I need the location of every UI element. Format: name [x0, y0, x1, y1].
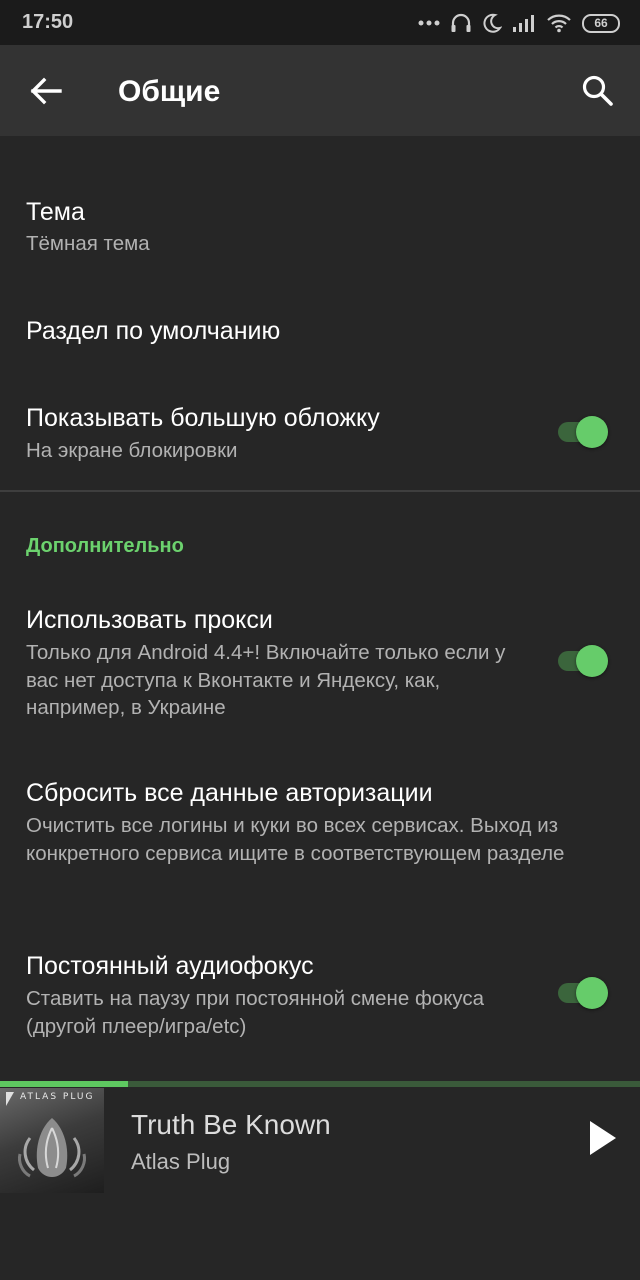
mini-player[interactable]: ATLAS PLUG Truth Be Known Atlas Plug [0, 1081, 640, 1194]
album-art[interactable]: ATLAS PLUG [0, 1088, 104, 1193]
pref-audio-focus-summary: Ставить на паузу при постоянной смене фо… [26, 987, 485, 1038]
pref-theme-summary: Тёмная тема [26, 232, 150, 255]
playback-progress[interactable] [0, 1081, 640, 1087]
moon-icon [483, 13, 502, 33]
signal-icon [513, 15, 534, 32]
toggle-thumb [576, 977, 608, 1009]
play-button[interactable] [578, 1113, 628, 1163]
pref-reset-auth-title: Сбросить все данные авторизации [26, 779, 433, 807]
pref-reset-auth-summary: Очистить все логины и куки во всех серви… [26, 814, 565, 865]
toggle-thumb [576, 645, 608, 677]
big-cover-toggle[interactable] [556, 415, 610, 449]
arrow-left-icon [30, 77, 62, 105]
battery-icon: 66 [582, 13, 620, 33]
search-button[interactable] [574, 67, 622, 115]
section-divider [0, 490, 640, 492]
proxy-toggle[interactable] [556, 644, 610, 678]
headphones-icon [451, 13, 471, 32]
pref-big-cover-summary: На экране блокировки [26, 439, 238, 462]
pref-proxy-summary: Только для Android 4.4+! Включайте тольк… [26, 641, 506, 719]
back-button[interactable] [22, 67, 70, 115]
track-artist: Atlas Plug [131, 1149, 231, 1174]
status-time: 17:50 [22, 11, 74, 33]
wifi-icon [547, 14, 571, 33]
more-dots-icon [418, 20, 440, 26]
status-bar: 17:50 66 [0, 0, 640, 45]
pref-big-cover-title: Показывать большую обложку [26, 404, 380, 432]
page-title: Общие [118, 75, 221, 108]
pref-default-section-title: Раздел по умолчанию [26, 317, 281, 345]
album-art-graphic [6, 1092, 86, 1178]
playback-progress-fill [0, 1081, 128, 1087]
pref-theme-title: Тема [26, 198, 85, 226]
audio-focus-toggle[interactable] [556, 976, 610, 1010]
search-icon [582, 75, 613, 106]
pref-audio-focus-title: Постоянный аудиофокус [26, 952, 314, 980]
toggle-thumb [576, 416, 608, 448]
play-icon [590, 1121, 616, 1155]
status-icons: 66 [418, 10, 620, 36]
pref-proxy-title: Использовать прокси [26, 606, 273, 634]
app-bar: Общие [0, 45, 640, 136]
track-title: Truth Be Known [131, 1109, 331, 1140]
scrolled-previous-item [26, 136, 626, 146]
category-header-additional: Дополнительно [26, 535, 184, 557]
